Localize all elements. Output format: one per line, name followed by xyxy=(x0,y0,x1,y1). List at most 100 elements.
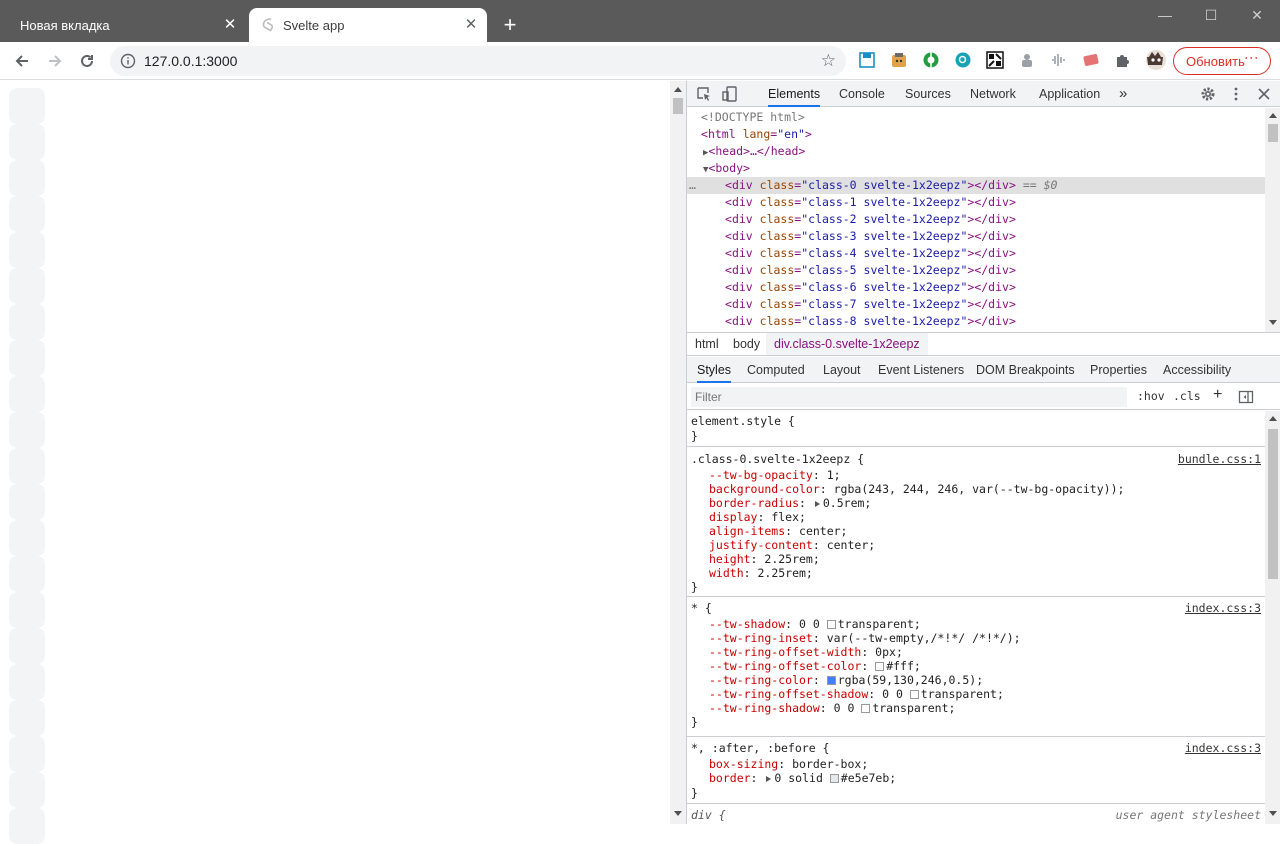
style-property[interactable]: justify-content: center; xyxy=(709,538,875,552)
window-close-icon[interactable]: ✕ xyxy=(1234,0,1280,30)
puzzle-icon[interactable] xyxy=(1114,51,1132,69)
device-toolbar-icon[interactable] xyxy=(722,86,738,102)
tab-accessibility[interactable]: Accessibility xyxy=(1163,357,1231,383)
scroll-thumb[interactable] xyxy=(673,98,683,114)
rule-selector[interactable]: div { xyxy=(691,808,726,822)
tab-layout[interactable]: Layout xyxy=(823,357,861,383)
new-tab-button[interactable]: + xyxy=(498,13,522,37)
rule-selector[interactable]: element.style { xyxy=(691,414,795,428)
breadcrumb-html[interactable]: html xyxy=(687,333,727,355)
tab-dom-breakpoints[interactable]: DOM Breakpoints xyxy=(976,357,1075,383)
rule-selector[interactable]: * { xyxy=(691,601,712,615)
minimize-icon[interactable]: — xyxy=(1142,0,1188,30)
div-node[interactable]: <div class="class-6 svelte-1x2eepz"></di… xyxy=(687,279,1016,296)
tab-application[interactable]: Application xyxy=(1039,81,1100,107)
page-scrollbar[interactable] xyxy=(670,81,686,824)
style-property[interactable]: --tw-ring-color: rgba(59,130,246,0.5); xyxy=(709,673,983,687)
styles-filter-input[interactable] xyxy=(691,387,1127,407)
scroll-down-arrow-icon[interactable] xyxy=(674,811,682,816)
back-button[interactable] xyxy=(9,48,35,74)
avatar-icon[interactable] xyxy=(1145,49,1167,71)
rule-source-link[interactable]: index.css:3 xyxy=(1185,601,1261,615)
reload-button[interactable] xyxy=(74,48,100,74)
close-icon[interactable]: ✕ xyxy=(463,17,479,33)
scroll-up-arrow-icon[interactable] xyxy=(1269,416,1277,421)
style-property[interactable]: --tw-ring-offset-shadow: 0 0 transparent… xyxy=(709,687,1004,701)
tab-network[interactable]: Network xyxy=(970,81,1016,107)
style-property[interactable]: --tw-bg-opacity: 1; xyxy=(709,468,841,482)
style-property[interactable]: height: 2.25rem; xyxy=(709,552,820,566)
div-node[interactable]: <div class="class-8 svelte-1x2eepz"></di… xyxy=(687,313,1016,330)
doctype-node[interactable]: <!DOCTYPE html> xyxy=(701,109,805,126)
tab-svelte-app[interactable]: Svelte app ✕ xyxy=(249,8,487,42)
maximize-icon[interactable]: ☐ xyxy=(1188,0,1234,30)
green-circle-icon[interactable] xyxy=(922,51,940,69)
url-text[interactable]: 127.0.0.1:3000 xyxy=(144,53,237,69)
teal-search-icon[interactable] xyxy=(954,51,972,69)
style-property[interactable]: --tw-ring-shadow: 0 0 transparent; xyxy=(709,701,955,715)
scroll-thumb[interactable] xyxy=(1268,124,1278,142)
toggle-sidebar-icon[interactable] xyxy=(1238,389,1254,405)
cat-face-icon[interactable] xyxy=(890,51,908,69)
inspect-element-icon[interactable] xyxy=(696,86,712,102)
tab-console[interactable]: Console xyxy=(839,81,885,107)
tab-new-tab[interactable]: Новая вкладка ✕ xyxy=(8,8,246,42)
div-node[interactable]: <div class="class-7 svelte-1x2eepz"></di… xyxy=(687,296,1016,313)
menu-kebab-icon[interactable]: ⋮ xyxy=(1243,51,1261,65)
new-style-rule-button[interactable]: + xyxy=(1213,386,1222,404)
style-property[interactable]: --tw-ring-offset-color: #fff; xyxy=(709,659,921,673)
bookmark-star-icon[interactable]: ☆ xyxy=(821,51,836,71)
style-property[interactable]: border-radius: 0.5rem; xyxy=(709,496,871,510)
soundwave-icon[interactable] xyxy=(1050,51,1068,69)
kebab-icon[interactable] xyxy=(1228,86,1244,102)
style-property[interactable]: border: 0 solid #e5e7eb; xyxy=(709,771,896,785)
info-icon[interactable] xyxy=(120,53,136,69)
div-node[interactable]: <div class="class-2 svelte-1x2eepz"></di… xyxy=(687,211,1016,228)
save-disk-icon[interactable] xyxy=(858,51,876,69)
puzzle-bear-icon[interactable] xyxy=(1018,51,1036,69)
red-tag-icon[interactable] xyxy=(1082,51,1100,69)
close-icon[interactable] xyxy=(1256,86,1272,102)
body-node[interactable]: ▼<body> xyxy=(703,160,750,177)
style-property[interactable]: --tw-ring-offset-width: 0px; xyxy=(709,645,903,659)
tab-elements[interactable]: Elements xyxy=(768,81,821,107)
breadcrumb-div[interactable]: div.class-0.svelte-1x2eepz xyxy=(766,333,928,355)
tab-sources[interactable]: Sources xyxy=(905,81,951,107)
div-node[interactable]: <div class="class-4 svelte-1x2eepz"></di… xyxy=(687,245,1016,262)
address-bar[interactable]: 127.0.0.1:3000 ☆ xyxy=(110,46,846,76)
breadcrumb-body[interactable]: body xyxy=(725,333,768,355)
elements-scrollbar[interactable] xyxy=(1265,108,1280,332)
style-property[interactable]: display: flex; xyxy=(709,510,806,524)
div-node[interactable]: <div class="class-1 svelte-1x2eepz"></di… xyxy=(687,194,1016,211)
style-property[interactable]: align-items: center; xyxy=(709,524,847,538)
update-browser-button[interactable]: Обновить ⋮ xyxy=(1173,47,1271,75)
tab-properties[interactable]: Properties xyxy=(1090,357,1147,383)
cls-toggle[interactable]: .cls xyxy=(1173,389,1201,403)
rule-source-link[interactable]: bundle.css:1 xyxy=(1178,452,1261,466)
html-node[interactable]: <html lang="en"> xyxy=(701,126,812,143)
div-node[interactable]: … <div class="class-0 svelte-1x2eepz"></d… xyxy=(687,177,1265,194)
close-icon[interactable]: ✕ xyxy=(222,17,238,33)
style-property[interactable]: --tw-ring-inset: var(--tw-empty,/*!*/ /*… xyxy=(709,631,1021,645)
div-node[interactable]: <div class="class-3 svelte-1x2eepz"></di… xyxy=(687,228,1016,245)
scroll-down-arrow-icon[interactable] xyxy=(1269,811,1277,816)
rule-source-link[interactable]: index.css:3 xyxy=(1185,741,1261,755)
div-node[interactable]: <div class="class-5 svelte-1x2eepz"></di… xyxy=(687,262,1016,279)
qr-icon[interactable] xyxy=(986,51,1004,69)
scroll-up-arrow-icon[interactable] xyxy=(1269,113,1277,118)
tab-styles[interactable]: Styles xyxy=(697,357,732,383)
gear-icon[interactable] xyxy=(1200,86,1216,102)
style-property[interactable]: width: 2.25rem; xyxy=(709,566,813,580)
rule-selector[interactable]: *, :after, :before { xyxy=(691,741,829,755)
more-tabs-button[interactable]: » xyxy=(1119,81,1127,107)
style-property[interactable]: box-sizing: border-box; xyxy=(709,757,868,771)
tab-computed[interactable]: Computed xyxy=(747,357,805,383)
scroll-up-arrow-icon[interactable] xyxy=(674,87,682,92)
style-property[interactable]: --tw-shadow: 0 0 transparent; xyxy=(709,617,921,631)
scroll-thumb[interactable] xyxy=(1268,429,1278,579)
styles-scrollbar[interactable] xyxy=(1265,411,1280,824)
rule-selector[interactable]: .class-0.svelte-1x2eepz { xyxy=(691,452,864,466)
hov-toggle[interactable]: :hov xyxy=(1137,389,1165,403)
scroll-down-arrow-icon[interactable] xyxy=(1269,320,1277,325)
head-node[interactable]: ▶<head>…</head> xyxy=(703,143,805,160)
